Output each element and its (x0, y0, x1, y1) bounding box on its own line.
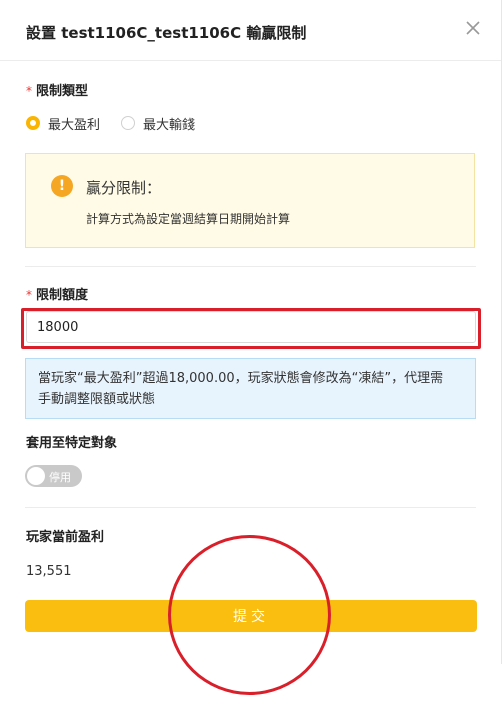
info-notice-line: 當玩家“最大盈利”超過18,000.00，玩家狀態會修改為“凍結”，代理需 (38, 371, 444, 386)
win-limit-notice: ! 贏分限制： 計算方式為設定當週結算日期開始計算 (25, 153, 475, 248)
divider (25, 266, 476, 267)
current-profit-label: 玩家當前盈利 (26, 530, 105, 545)
radio-selected-dot[interactable] (26, 116, 40, 130)
toggle-knob (27, 467, 45, 485)
info-notice-line: 手動調整限額或狀態 (38, 392, 156, 407)
close-icon[interactable] (463, 18, 483, 38)
current-profit-value: 13,551 (26, 564, 72, 579)
limit-amount-input[interactable] (26, 311, 476, 343)
apply-target-toggle[interactable]: 停用 (25, 465, 82, 487)
required-asterisk: * (26, 288, 32, 302)
modal-title: 設置 test1106C_test1106C 輸贏限制 (26, 24, 307, 42)
notice-title: 贏分限制： (86, 179, 162, 197)
modal-header: 設置 test1106C_test1106C 輸贏限制 (0, 0, 501, 61)
toggle-text: 停用 (49, 471, 71, 484)
radio-max-loss[interactable]: 最大輸錢 (121, 114, 195, 133)
info-notice: 當玩家“最大盈利”超過18,000.00，玩家狀態會修改為“凍結”，代理需 手動… (25, 358, 476, 419)
radio-max-profit[interactable]: 最大盈利 (26, 114, 100, 133)
submit-button[interactable]: 提交 (25, 600, 477, 632)
apply-target-label: 套用至特定對象 (26, 436, 118, 451)
limit-settings-modal: 設置 test1106C_test1106C 輸贏限制 * 限制類型 最大盈利 最… (0, 0, 502, 664)
limit-type-label: * 限制類型 (26, 84, 89, 99)
exclamation-icon: ! (51, 175, 73, 197)
limit-amount-label: * 限制額度 (26, 288, 89, 303)
radio-unselected-dot[interactable] (121, 116, 135, 130)
divider (25, 507, 476, 508)
required-asterisk: * (26, 84, 32, 98)
notice-description: 計算方式為設定當週結算日期開始計算 (86, 212, 291, 226)
